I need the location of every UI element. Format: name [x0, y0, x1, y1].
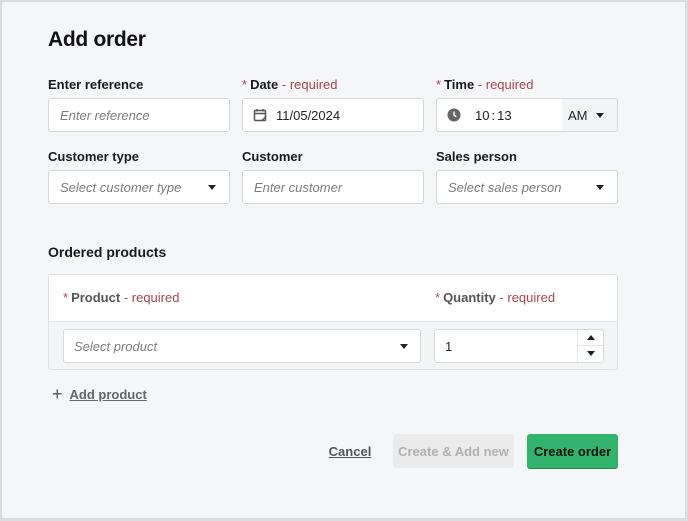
- quantity-column-header: * Quantity - required: [435, 290, 555, 305]
- chevron-down-icon: [587, 351, 595, 356]
- reference-field: Enter reference: [48, 76, 143, 94]
- required-star: *: [436, 77, 442, 92]
- time-separator: :: [491, 107, 496, 123]
- customer-type-select[interactable]: Select customer type: [48, 170, 230, 204]
- decrement-button[interactable]: [578, 346, 603, 362]
- customer-input[interactable]: Enter customer: [242, 170, 424, 204]
- chevron-down-icon: [596, 113, 604, 118]
- sales-person-field: Sales person: [436, 148, 517, 166]
- chevron-down-icon: [596, 185, 604, 190]
- quantity-value: 1: [445, 338, 453, 354]
- required-star: *: [435, 290, 441, 305]
- am-pm-value: AM: [568, 107, 588, 123]
- cancel-button[interactable]: Cancel: [320, 434, 380, 468]
- required-star: *: [242, 77, 248, 92]
- chevron-down-icon: [400, 344, 408, 349]
- reference-label: Enter reference: [48, 77, 144, 92]
- plus-icon: +: [52, 384, 63, 404]
- calendar-icon[interactable]: [253, 108, 267, 122]
- product-placeholder: Select product: [74, 338, 158, 354]
- am-pm-select[interactable]: AM: [562, 99, 617, 131]
- required-text: - required: [499, 290, 556, 305]
- reference-placeholder: Enter reference: [60, 107, 150, 123]
- date-label-text: Date: [250, 77, 279, 92]
- product-column-label: Product: [71, 290, 121, 305]
- time-input: 10 : 13 AM: [436, 98, 618, 132]
- time-minutes[interactable]: 13: [497, 108, 511, 123]
- clock-icon: [447, 108, 461, 122]
- chevron-up-icon: [587, 335, 595, 340]
- quantity-stepper[interactable]: 1: [434, 329, 604, 363]
- required-text: - required: [123, 290, 180, 305]
- time-label: * Time - required: [436, 76, 533, 94]
- create-and-add-new-button[interactable]: Create & Add new: [393, 434, 514, 468]
- date-field: * Date - required: [242, 76, 338, 94]
- customer-field: Customer: [242, 148, 303, 166]
- customer-label: Customer: [242, 149, 303, 164]
- add-product-label: Add product: [69, 386, 147, 402]
- time-field: * Time - required: [436, 76, 533, 94]
- add-order-dialog: Add order Enter reference Enter referenc…: [1, 1, 686, 519]
- chevron-down-icon: [208, 185, 216, 190]
- dialog-title: Add order: [48, 28, 146, 51]
- quantity-column-label: Quantity: [443, 290, 496, 305]
- ordered-products-title: Ordered products: [48, 244, 167, 260]
- date-input[interactable]: 11/05/2024: [242, 98, 424, 132]
- create-order-button[interactable]: Create order: [527, 434, 618, 468]
- time-label-text: Time: [444, 77, 475, 92]
- customer-placeholder: Enter customer: [254, 179, 343, 195]
- customer-type-label: Customer type: [48, 149, 140, 164]
- customer-type-placeholder: Select customer type: [60, 179, 182, 195]
- required-star: *: [63, 290, 69, 305]
- sales-person-placeholder: Select sales person: [448, 179, 562, 195]
- required-text: - required: [477, 77, 534, 92]
- ordered-products-table: * Product - required * Quantity - required…: [48, 274, 618, 370]
- sales-person-select[interactable]: Select sales person: [436, 170, 618, 204]
- date-value: 11/05/2024: [276, 107, 341, 123]
- add-product-link[interactable]: + Add product: [52, 385, 147, 403]
- product-select[interactable]: Select product: [63, 329, 421, 363]
- required-text: - required: [281, 77, 338, 92]
- time-hours[interactable]: 10: [475, 108, 489, 123]
- products-table-header: * Product - required * Quantity - required: [49, 275, 617, 322]
- product-column-header: * Product - required: [63, 290, 179, 305]
- increment-button[interactable]: [578, 330, 603, 346]
- stepper-buttons: [577, 330, 603, 362]
- customer-type-field: Customer type: [48, 148, 139, 166]
- date-label: * Date - required: [242, 76, 338, 94]
- sales-person-label: Sales person: [436, 149, 517, 164]
- reference-input[interactable]: Enter reference: [48, 98, 230, 132]
